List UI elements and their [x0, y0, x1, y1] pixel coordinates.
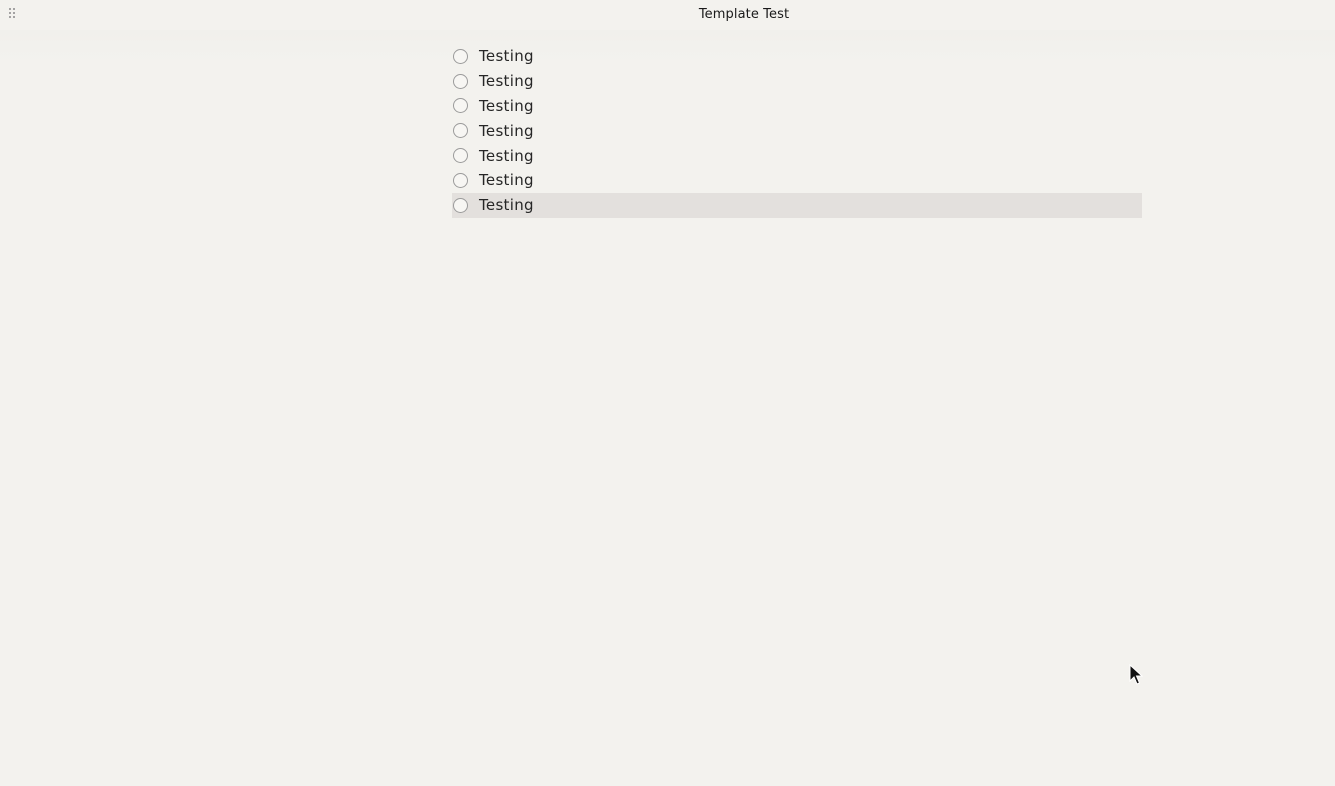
- list-item[interactable]: Testing: [452, 118, 1142, 143]
- list-item[interactable]: Testing: [452, 143, 1142, 168]
- list-item[interactable]: Testing: [452, 94, 1142, 119]
- list-item-label[interactable]: Testing: [479, 122, 534, 140]
- window-title: Template Test: [698, 7, 790, 22]
- checklist: Testing Testing Testing Testing Testing …: [452, 44, 1142, 218]
- list-item-label[interactable]: Testing: [479, 72, 534, 90]
- checkbox-circle-icon[interactable]: [453, 98, 468, 114]
- list-item-label[interactable]: Testing: [479, 171, 534, 189]
- list-item[interactable]: Testing: [452, 69, 1142, 94]
- list-item[interactable]: Testing: [452, 168, 1142, 193]
- checkbox-circle-icon[interactable]: [453, 148, 468, 164]
- checkbox-circle-icon[interactable]: [453, 172, 468, 188]
- list-item-label[interactable]: Testing: [479, 147, 534, 165]
- list-item-label[interactable]: Testing: [479, 97, 534, 115]
- checkbox-circle-icon[interactable]: [453, 123, 468, 139]
- list-item-label[interactable]: Testing: [479, 47, 534, 65]
- title-bar: Template Test: [0, 0, 1335, 30]
- checkbox-circle-icon[interactable]: [453, 73, 468, 89]
- list-item[interactable]: Testing: [452, 44, 1142, 69]
- list-item-label[interactable]: Testing: [479, 196, 534, 214]
- checkbox-circle-icon[interactable]: [453, 197, 468, 213]
- checkbox-circle-icon[interactable]: [453, 48, 468, 64]
- list-item-selected[interactable]: Testing: [452, 192, 1142, 218]
- mouse-pointer-icon: [1129, 664, 1143, 685]
